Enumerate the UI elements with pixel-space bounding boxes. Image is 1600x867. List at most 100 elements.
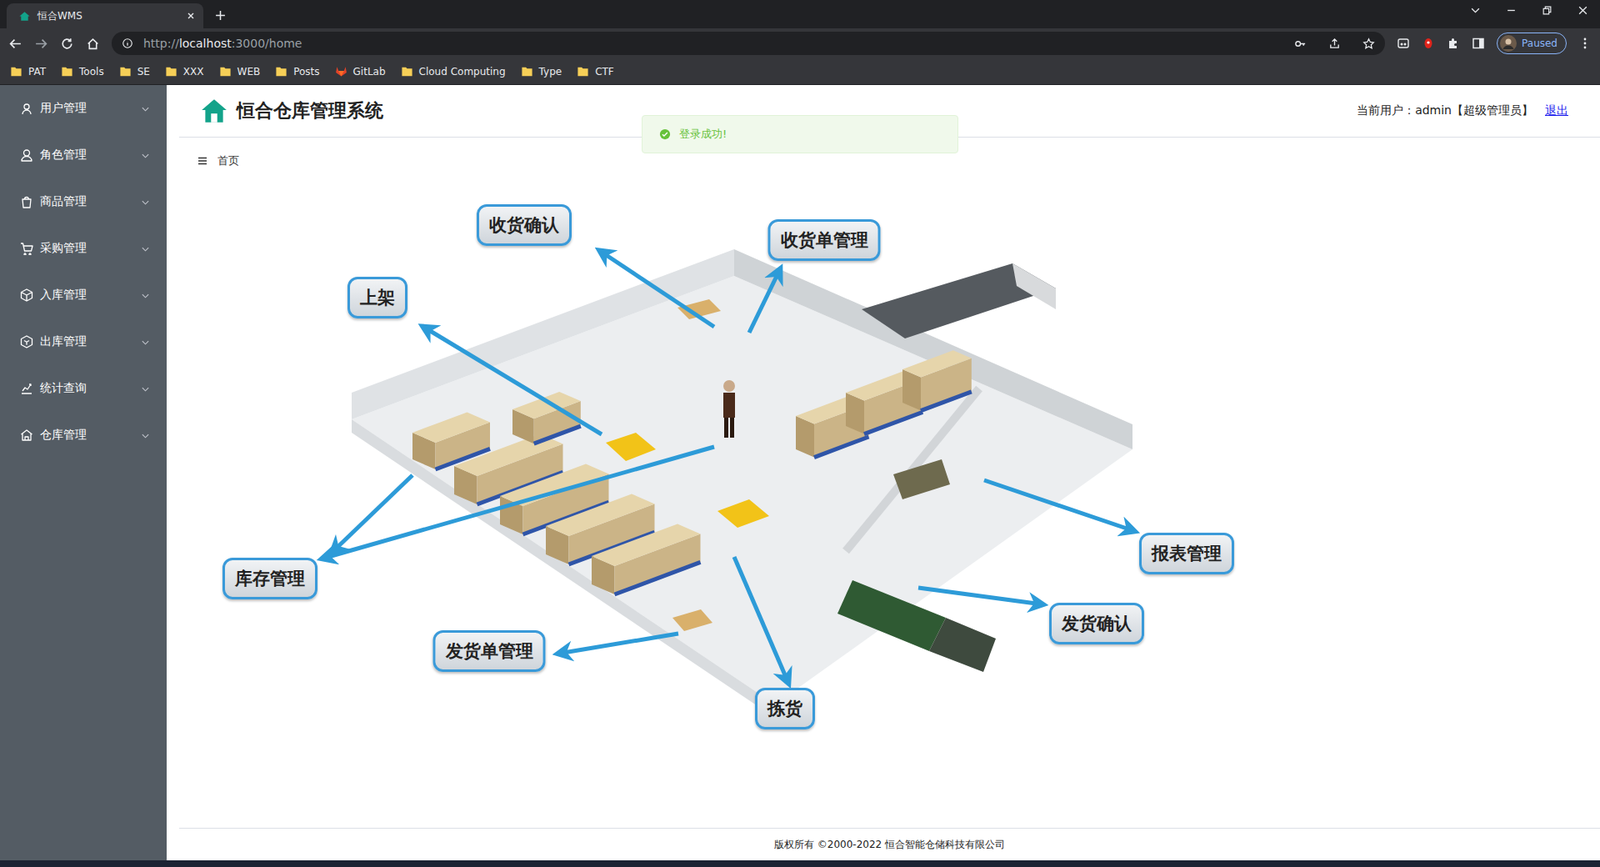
shelf — [591, 523, 701, 595]
bookmark[interactable]: XXX — [165, 65, 205, 78]
diagram-label: 收货确认 — [476, 204, 572, 246]
menu-item-icon — [20, 241, 34, 255]
sidepanel-icon[interactable] — [1471, 36, 1485, 50]
back-icon[interactable] — [8, 36, 23, 51]
warehouse-scene — [179, 184, 1263, 735]
bookmark-label: Type — [539, 65, 563, 78]
back-wall — [351, 249, 735, 420]
diagram-label: 发货单管理 — [433, 630, 546, 672]
diagram-label: 库存管理 — [222, 557, 318, 600]
forklift — [605, 432, 656, 461]
bookmark[interactable]: SE — [119, 65, 150, 78]
chevron-icon — [140, 150, 150, 160]
sidebar-label: 入库管理 — [40, 287, 135, 303]
sidebar-label: 仓库管理 — [40, 427, 135, 443]
folder-icon — [60, 65, 74, 78]
sidebar-label: 商品管理 — [40, 194, 135, 210]
sidebar-item[interactable]: 出库管理 — [0, 318, 167, 365]
arrow — [918, 587, 1043, 605]
sidebar-item[interactable]: 采购管理 — [0, 225, 167, 272]
breadcrumb-item[interactable]: 首页 — [217, 153, 240, 169]
forward-icon[interactable] — [34, 36, 49, 51]
copyright: 版权所有 ©2000-2022 恒合智能仓储科技有限公司 — [774, 837, 1005, 852]
folder-icon — [520, 65, 534, 78]
diagram-label: 拣货 — [755, 687, 815, 730]
arrow — [322, 446, 715, 559]
bookmark[interactable]: Tools — [60, 65, 105, 78]
sidebar-item[interactable]: 用户管理 — [0, 85, 167, 132]
profile-status: Paused — [1521, 37, 1558, 50]
chevron-icon — [140, 104, 150, 114]
profile-button[interactable]: Paused — [1496, 32, 1567, 55]
chevron-down-icon[interactable] — [1470, 5, 1481, 16]
menu-item-icon — [20, 335, 34, 349]
gitlab-icon — [335, 65, 348, 78]
bookmark[interactable]: CTF — [576, 65, 615, 78]
close-icon[interactable] — [186, 11, 195, 20]
bookmark-label: XXX — [183, 65, 205, 78]
menu-dots-icon[interactable] — [1578, 36, 1592, 50]
sidebar-label: 用户管理 — [40, 100, 135, 116]
bookmark-label: Tools — [79, 65, 105, 78]
window-controls — [1470, 5, 1600, 24]
bookmark-label: CTF — [595, 65, 615, 78]
avatar-icon — [1500, 35, 1517, 52]
house-logo-icon — [200, 96, 229, 125]
sidebar-item[interactable]: 入库管理 — [0, 271, 167, 319]
star-icon[interactable] — [1362, 37, 1375, 50]
bookmark[interactable]: WEB — [219, 65, 261, 78]
share-icon[interactable] — [1328, 37, 1341, 50]
bookmark[interactable]: GitLab — [335, 65, 386, 78]
arrow — [600, 250, 715, 327]
sidebar-item[interactable]: 仓库管理 — [0, 411, 167, 459]
arrow — [734, 556, 789, 683]
right-wall — [734, 249, 1133, 450]
bookmark[interactable]: Posts — [275, 65, 320, 78]
bookmark-label: GitLab — [353, 65, 386, 78]
url: http://localhost:3000/home — [143, 36, 303, 50]
taskbar — [0, 860, 1600, 867]
reload-icon[interactable] — [60, 36, 75, 51]
folder-icon — [275, 65, 288, 78]
logout-link[interactable]: 退出 — [1545, 103, 1569, 119]
page: 用户管理 角色管理 商品管理 采购管理 入库管理 出库管理 统计查询 仓库管理 … — [0, 85, 1600, 860]
footer: 版权所有 ©2000-2022 恒合智能仓储科技有限公司 — [179, 827, 1600, 860]
extension-icon[interactable] — [1396, 36, 1410, 50]
hamburger-icon[interactable] — [197, 155, 208, 166]
brand: 恒合仓库管理系统 — [200, 96, 384, 125]
warehouse-diagram: 收货确认收货单管理上架库存管理发货单管理拣货报表管理发货确认 — [179, 184, 1263, 735]
diagram-label: 上架 — [347, 276, 408, 319]
close-window-icon[interactable] — [1577, 5, 1589, 16]
bookmark[interactable]: Cloud Computing — [400, 65, 506, 78]
minimize-icon[interactable] — [1505, 5, 1517, 16]
info-icon[interactable] — [121, 37, 134, 50]
menu-item-icon — [20, 195, 34, 209]
address-bar[interactable]: http://localhost:3000/home — [111, 31, 1385, 55]
folder-icon — [576, 65, 590, 78]
key-icon[interactable] — [1294, 37, 1307, 50]
toast-message: 登录成功! — [679, 126, 727, 142]
sidebar-item[interactable]: 统计查询 — [0, 365, 167, 412]
restore-icon[interactable] — [1541, 5, 1553, 16]
bookmark[interactable]: Type — [520, 65, 563, 78]
office — [893, 459, 950, 500]
app-title: 恒合仓库管理系统 — [236, 98, 384, 124]
sidebar-label: 统计查询 — [40, 380, 135, 396]
menu-item-icon — [20, 288, 34, 302]
arrow — [423, 326, 602, 435]
user-info: 当前用户：admin【超级管理员】 退出 — [1356, 103, 1569, 119]
home-icon[interactable] — [85, 36, 100, 51]
sidebar-item[interactable]: 角色管理 — [0, 131, 167, 179]
plus-icon[interactable] — [215, 10, 226, 21]
front-edge — [351, 419, 775, 718]
puzzle-icon[interactable] — [1446, 36, 1460, 50]
sidebar-item[interactable]: 商品管理 — [0, 178, 167, 225]
bookmark[interactable]: PAT — [10, 65, 46, 78]
record-icon[interactable] — [1421, 36, 1435, 50]
tab-title: 恒合WMS — [37, 9, 180, 24]
current-user: 当前用户：admin【超级管理员】 — [1356, 103, 1534, 119]
chevron-icon — [140, 244, 150, 254]
menu-item-icon — [20, 381, 34, 395]
chevron-icon — [140, 337, 150, 347]
browser-tab[interactable]: 恒合WMS — [6, 3, 204, 29]
